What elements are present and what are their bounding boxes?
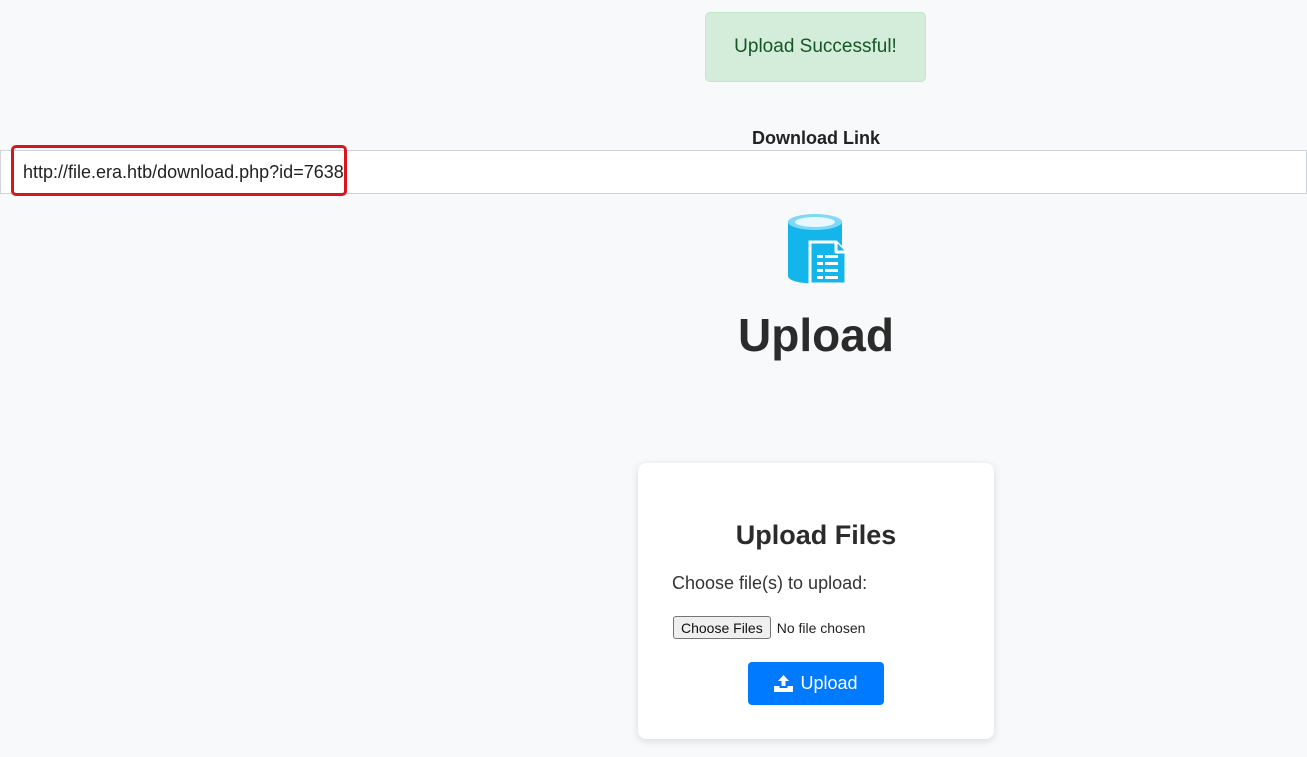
upload-button[interactable]: Upload — [748, 662, 884, 705]
alert-message: Upload Successful! — [734, 36, 897, 57]
download-link-field[interactable] — [0, 150, 1307, 194]
download-link-label: Download Link — [752, 128, 880, 148]
upload-success-alert: Upload Successful! — [705, 12, 926, 82]
upload-card: Upload Files Choose file(s) to upload: C… — [638, 463, 994, 739]
choose-files-button[interactable]: Choose Files — [673, 616, 771, 639]
database-file-icon — [788, 214, 848, 286]
upload-card-title: Upload Files — [735, 520, 897, 550]
choose-files-label: Choose file(s) to upload: — [672, 573, 868, 593]
upload-button-label: Upload — [800, 673, 858, 693]
file-input[interactable]: Choose Files No file chosen — [673, 616, 865, 639]
upload-icon — [774, 675, 794, 692]
page: Upload Successful! Download Link Upload … — [0, 0, 1307, 757]
no-file-chosen-text: No file chosen — [776, 619, 866, 636]
page-title: Upload — [738, 309, 894, 361]
